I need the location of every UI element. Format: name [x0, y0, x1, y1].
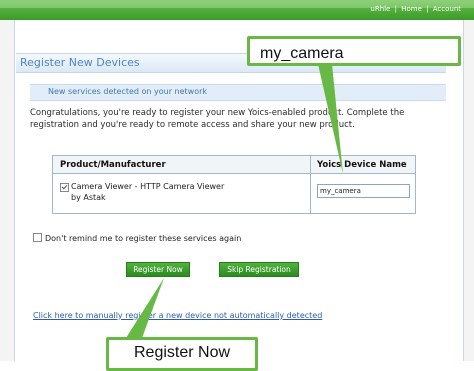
- top-callout-pointer: [318, 64, 343, 174]
- bottom-callout-pointer: [126, 278, 164, 338]
- device-name-callout: my_camera: [247, 36, 461, 66]
- register-now-callout: Register Now: [106, 337, 258, 371]
